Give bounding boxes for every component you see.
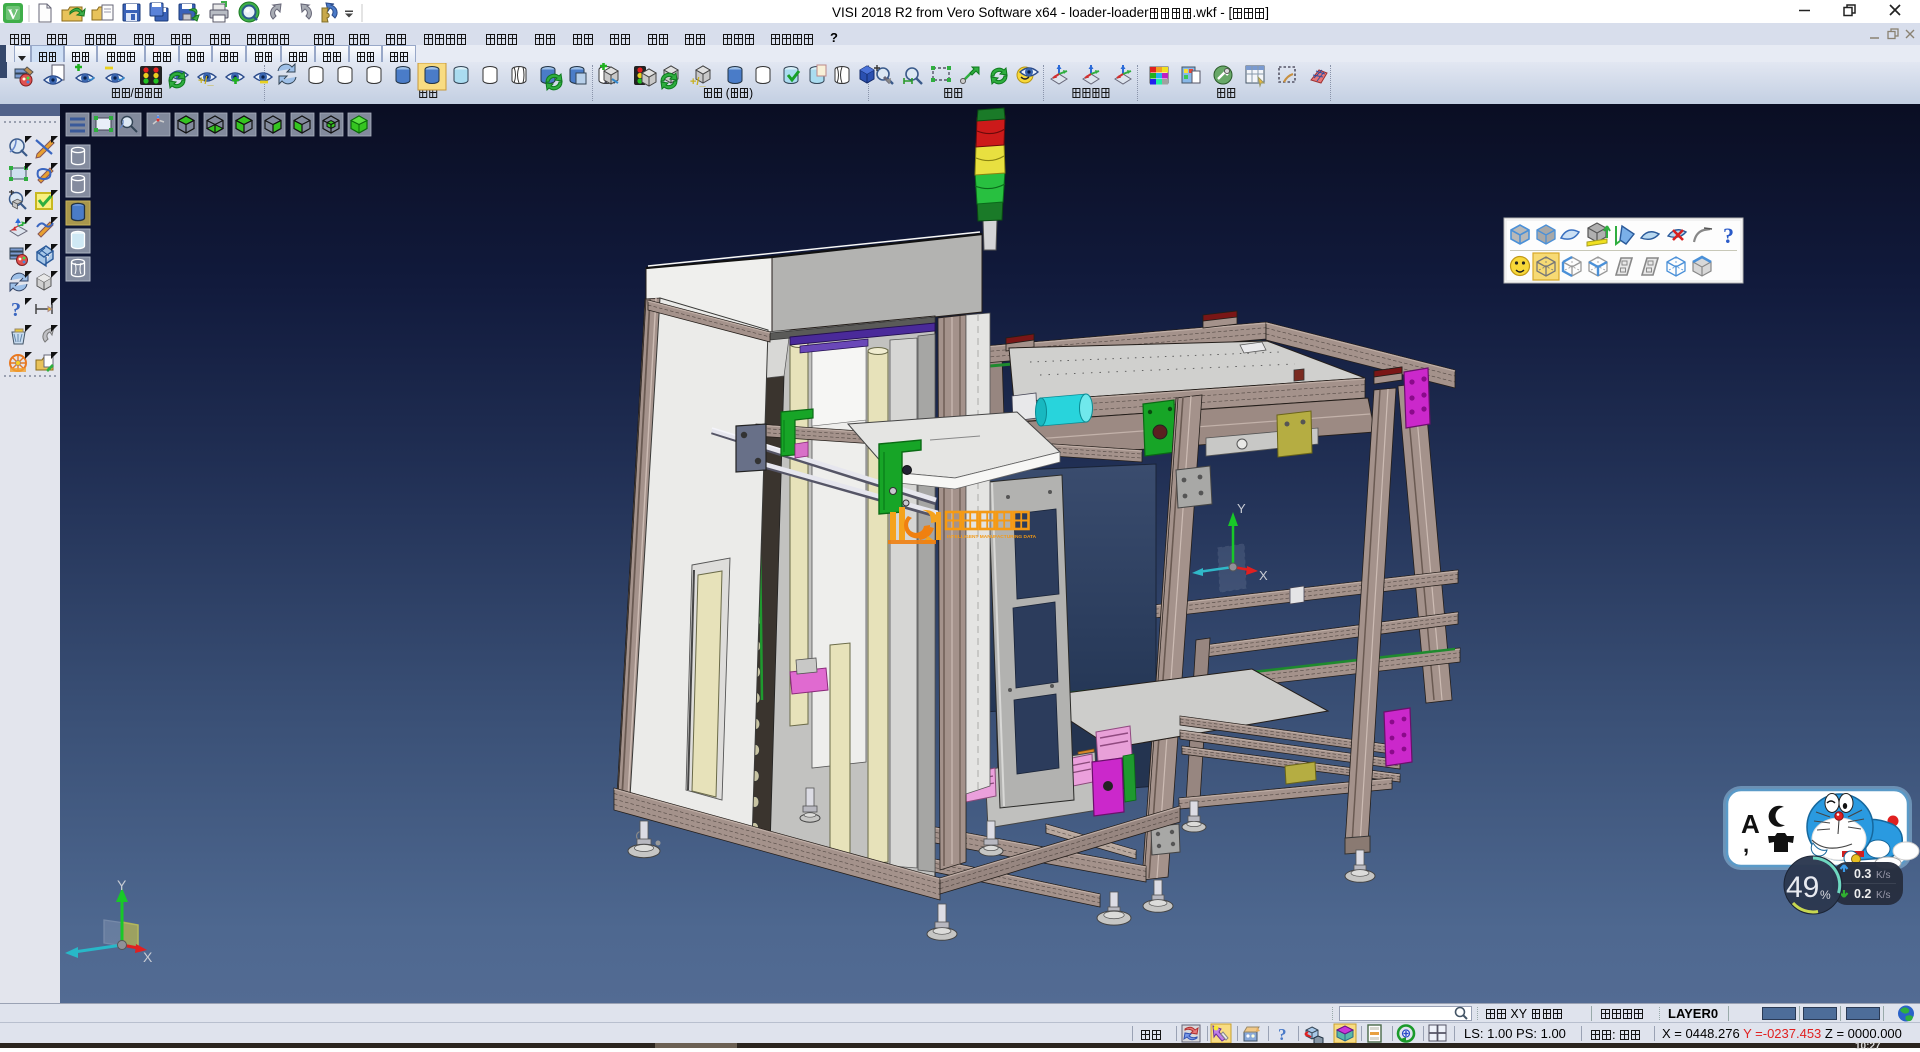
svg-text:0.3: 0.3 xyxy=(1854,867,1871,881)
svg-text:%: % xyxy=(1820,888,1831,902)
svg-text:INTELLIGENT MANUFACTURING DATA: INTELLIGENT MANUFACTURING DATA xyxy=(947,534,1037,540)
svg-text:?: ? xyxy=(11,299,21,321)
svg-text:X: X xyxy=(1259,568,1268,583)
svg-text:K/s: K/s xyxy=(1876,890,1890,901)
svg-text:Y: Y xyxy=(1237,501,1246,516)
svg-text:Y: Y xyxy=(117,877,127,893)
svg-text:+/_: +/_ xyxy=(198,75,214,87)
svg-text:?: ? xyxy=(1723,223,1734,248)
svg-text:V: V xyxy=(8,7,19,23)
svg-text:?: ? xyxy=(1278,1025,1287,1044)
svg-text:,: , xyxy=(1743,832,1749,857)
svg-text:X: X xyxy=(143,949,153,965)
svg-text:K/s: K/s xyxy=(1876,870,1890,881)
svg-text:49: 49 xyxy=(1786,871,1819,904)
svg-text:0.2: 0.2 xyxy=(1854,887,1871,901)
svg-text:+/_: +/_ xyxy=(690,76,706,88)
